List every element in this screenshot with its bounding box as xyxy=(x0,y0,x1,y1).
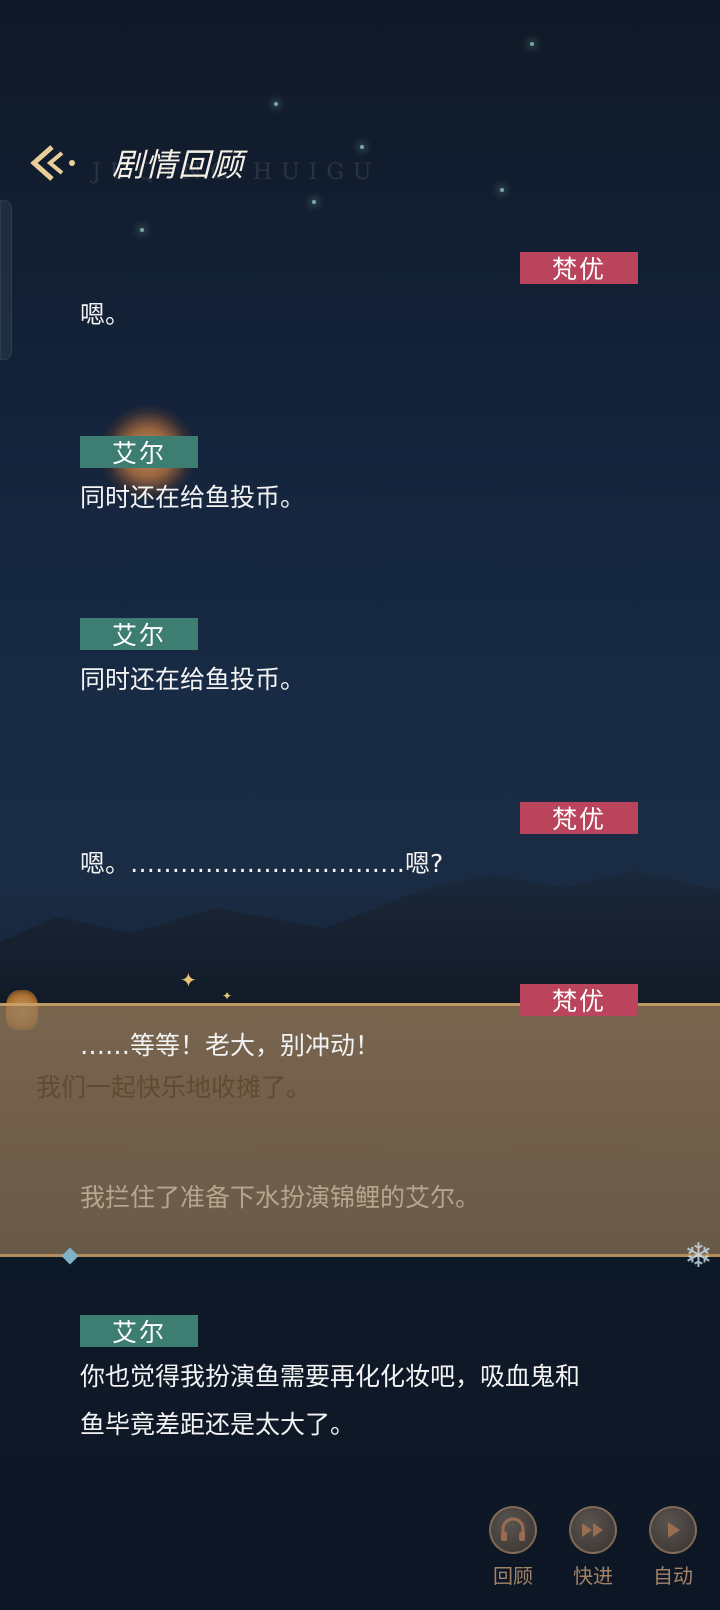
star xyxy=(360,145,364,149)
fast-forward-icon xyxy=(569,1506,617,1554)
fast-forward-button[interactable]: 快进 xyxy=(560,1506,626,1589)
star xyxy=(274,102,278,106)
dialogue-line: ……等等！老大，别冲动！ xyxy=(80,1031,381,1060)
dialogue-line: 鱼毕竟差距还是太大了。 xyxy=(80,1410,356,1439)
speaker-tag: 艾尔 xyxy=(80,436,198,468)
auto-button[interactable]: 自动 xyxy=(640,1506,706,1589)
back-button[interactable] xyxy=(26,138,82,188)
star xyxy=(530,42,534,46)
play-icon xyxy=(649,1506,697,1554)
auto-label: 自动 xyxy=(653,1564,693,1588)
sparkle-icon: ✦ xyxy=(180,968,197,992)
speaker-tag: 梵优 xyxy=(520,252,638,284)
dialogue-box-text: 我们一起快乐地收摊了。 xyxy=(36,1073,312,1102)
snowflake-icon: ❄ xyxy=(684,1236,713,1276)
star xyxy=(500,188,504,192)
sparkle-icon: ✦ xyxy=(222,989,233,1003)
review-label: 回顾 xyxy=(493,1564,533,1588)
back-arrow-icon xyxy=(30,145,75,181)
fast-forward-label: 快进 xyxy=(573,1564,613,1588)
speaker-tag: 艾尔 xyxy=(80,1315,198,1347)
star xyxy=(312,200,316,204)
speaker-tag: 梵优 xyxy=(520,984,638,1016)
speaker-tag: 梵优 xyxy=(520,802,638,834)
speaker-tag: 艾尔 xyxy=(80,618,198,650)
side-tab xyxy=(0,200,12,360)
dialogue-box-text: 我拦住了准备下水扮演锦鲤的艾尔。 xyxy=(80,1183,481,1212)
page-title: 剧情回顾 xyxy=(112,146,245,184)
dialogue-line: 同时还在给鱼投币。 xyxy=(80,483,306,512)
dialogue-line: 你也觉得我扮演鱼需要再化化妆吧，吸血鬼和 xyxy=(80,1362,581,1391)
dialogue-line: 嗯。……………………………嗯? xyxy=(80,849,444,878)
dialogue-line: 嗯。 xyxy=(80,300,131,329)
review-button[interactable]: 回顾 xyxy=(480,1506,546,1589)
star xyxy=(140,228,144,232)
dialogue-line: 同时还在给鱼投币。 xyxy=(80,665,306,694)
headphone-icon xyxy=(489,1506,537,1554)
